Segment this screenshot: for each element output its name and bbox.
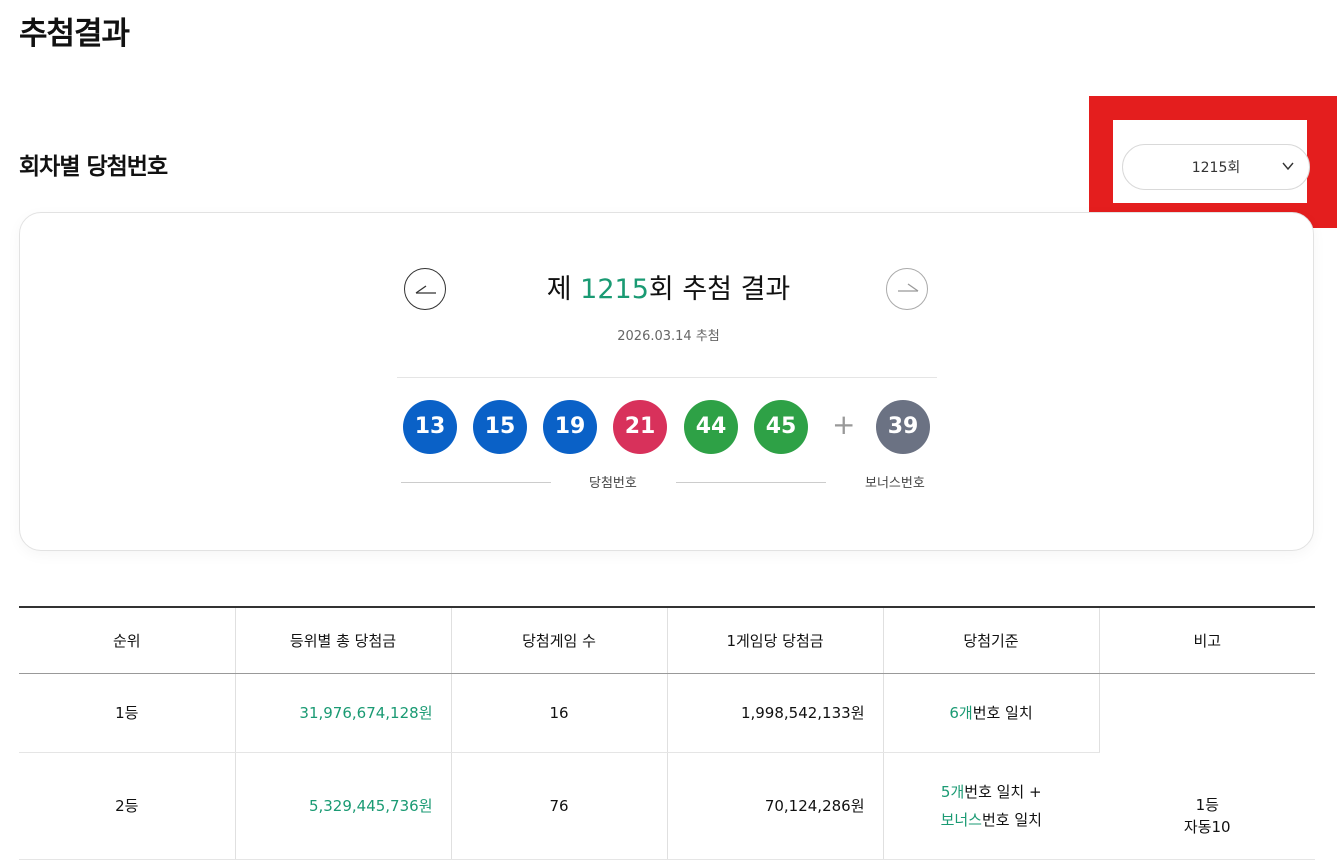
winning-ball-4: 21: [613, 400, 667, 454]
prize-per-game-cell: 1,998,542,133원: [667, 673, 884, 753]
prize-table: 순위 등위별 총 당첨금 당첨게임 수 1게임당 당첨금 당첨기준 비고 1등 …: [19, 606, 1315, 860]
winner-count-cell: 76: [451, 752, 668, 860]
divider: [676, 482, 826, 483]
col-header-rank: 순위: [19, 606, 236, 674]
draw-date: 2026.03.14 추첨: [617, 329, 720, 344]
table-header-row: 순위 등위별 총 당첨금 당첨게임 수 1게임당 당첨금 당첨기준 비고: [19, 606, 1315, 674]
chevron-down-icon: [1282, 162, 1294, 171]
divider: [397, 377, 937, 378]
total-prize-cell: 31,976,674,128원: [235, 673, 452, 753]
section-title: 회차별 당첨번호: [19, 154, 168, 180]
winning-ball-5: 44: [684, 400, 738, 454]
winning-numbers-label: 당첨번호: [589, 476, 637, 491]
draw-round-number: 1215: [580, 274, 649, 305]
draw-result-card: [19, 212, 1314, 551]
bonus-ball: 39: [876, 400, 930, 454]
divider: [401, 482, 551, 483]
winning-ball-2: 15: [473, 400, 527, 454]
winning-ball-3: 19: [543, 400, 597, 454]
note-cell: 1등 자동10: [1099, 673, 1315, 860]
page-title: 추첨결과: [19, 16, 130, 52]
col-header-note: 비고: [1099, 606, 1315, 674]
col-header-prize-per-game: 1게임당 당첨금: [667, 606, 884, 674]
total-prize-cell: 5,329,445,736원: [235, 752, 452, 860]
rank-cell: 2등: [19, 752, 236, 860]
col-header-criteria: 당첨기준: [883, 606, 1100, 674]
table-row: 1등 31,976,674,128원 16 1,998,542,133원 6개번…: [19, 673, 1315, 860]
criteria-cell: 5개번호 일치 + 보너스번호 일치: [883, 752, 1099, 860]
round-select[interactable]: 1215회: [1122, 144, 1310, 190]
plus-sign: +: [832, 408, 856, 441]
winner-count-cell: 16: [451, 673, 668, 753]
col-header-winner-count: 당첨게임 수: [451, 606, 668, 674]
criteria-cell: 6개번호 일치: [883, 673, 1100, 753]
winning-ball-1: 13: [403, 400, 457, 454]
prize-per-game-cell: 70,124,286원: [667, 752, 884, 860]
col-header-total-prize: 등위별 총 당첨금: [235, 606, 452, 674]
rank-cell: 1등: [19, 673, 236, 753]
bonus-number-label: 보너스번호: [865, 476, 925, 491]
draw-title: 제 1215회 추첨 결과: [546, 274, 791, 305]
winning-ball-6: 45: [754, 400, 808, 454]
